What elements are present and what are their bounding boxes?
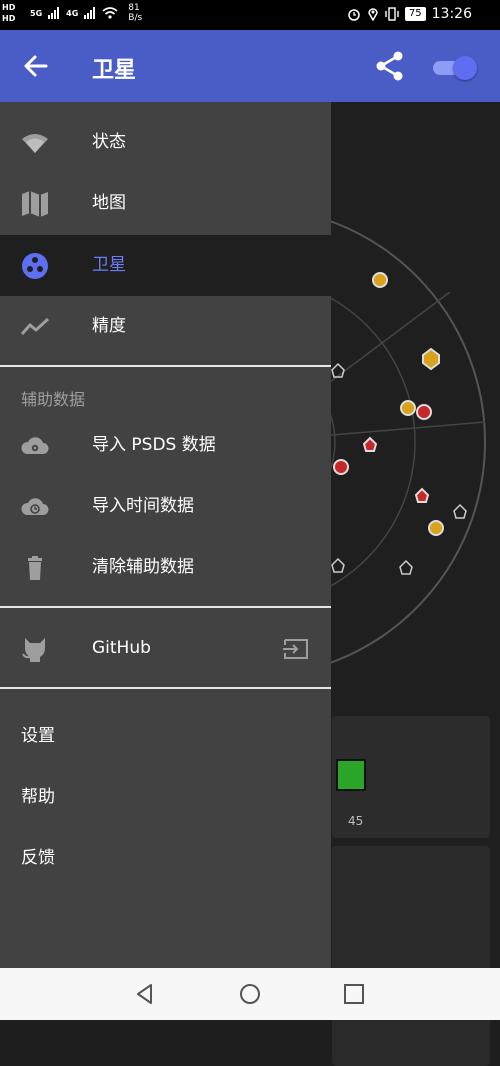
speed-value: 81 bbox=[128, 3, 140, 13]
navigation-drawer: 状态 地图 卫星 精度 辅助数据 导入 PSDS 数据 导入时间数据 清除辅助数… bbox=[0, 102, 331, 968]
signal-bar bbox=[336, 759, 366, 791]
tracking-toggle[interactable] bbox=[433, 56, 477, 80]
hd-bottom-label: HD bbox=[2, 14, 16, 23]
system-nav-bar bbox=[0, 968, 500, 1020]
location-icon bbox=[368, 8, 378, 21]
toggle-knob bbox=[453, 56, 477, 80]
signal-bars-icon bbox=[48, 7, 60, 19]
wifi-status-icon bbox=[102, 7, 118, 19]
home-nav-icon[interactable] bbox=[238, 982, 262, 1006]
drawer-item-label: 导入时间数据 bbox=[92, 496, 194, 516]
drawer-item-clear-assist[interactable]: 清除辅助数据 bbox=[0, 537, 331, 598]
trash-icon bbox=[28, 556, 42, 580]
cloud-clock-icon bbox=[21, 498, 49, 515]
drawer-item-import-psds[interactable]: 导入 PSDS 数据 bbox=[0, 415, 331, 476]
status-bar: HD HD 5G 4G 81 B/s 75 13:26 bbox=[0, 0, 500, 30]
clock: 13:26 bbox=[431, 6, 472, 22]
satellite-icon bbox=[22, 253, 48, 279]
drawer-item-satellite[interactable]: 卫星 bbox=[0, 235, 331, 296]
drawer-item-import-time[interactable]: 导入时间数据 bbox=[0, 476, 331, 537]
exit-icon bbox=[283, 639, 308, 659]
hd-indicator: HD HD bbox=[2, 2, 15, 24]
drawer-item-label: 地图 bbox=[92, 193, 126, 213]
drawer-item-feedback[interactable]: 反馈 bbox=[21, 843, 55, 868]
drawer-item-settings[interactable]: 设置 bbox=[21, 721, 55, 746]
drawer-item-label: 清除辅助数据 bbox=[92, 557, 194, 577]
page-title: 卫星 bbox=[92, 58, 137, 83]
drawer-item-label: 导入 PSDS 数据 bbox=[92, 435, 216, 455]
drawer-item-help[interactable]: 帮助 bbox=[21, 782, 55, 807]
wifi-icon bbox=[22, 134, 48, 153]
map-icon bbox=[22, 191, 48, 217]
back-nav-icon[interactable] bbox=[133, 982, 157, 1006]
signal-bars-icon bbox=[84, 7, 96, 19]
drawer-item-github[interactable]: GitHub bbox=[0, 618, 331, 679]
drawer-divider bbox=[0, 365, 331, 367]
alarm-icon bbox=[348, 9, 360, 21]
share-icon[interactable] bbox=[374, 50, 406, 82]
vibrate-icon bbox=[385, 7, 399, 21]
drawer-item-label: 卫星 bbox=[92, 255, 126, 275]
app-bar: 卫星 bbox=[0, 30, 500, 102]
section-title: 辅助数据 bbox=[21, 390, 86, 409]
tick-label: 45 bbox=[348, 814, 364, 828]
drawer-item-map[interactable]: 地图 bbox=[0, 173, 331, 234]
signal-5g-label: 5G bbox=[30, 8, 43, 18]
battery-level: 75 bbox=[404, 7, 426, 21]
arrow-left-icon[interactable] bbox=[22, 52, 50, 80]
hd-top-label: HD bbox=[2, 3, 16, 12]
trend-icon bbox=[20, 317, 50, 335]
signal-4g-label: 4G bbox=[66, 8, 79, 18]
drawer-item-label: 精度 bbox=[92, 316, 126, 336]
info-card bbox=[332, 846, 490, 1066]
drawer-item-label: 状态 bbox=[92, 132, 126, 152]
github-icon bbox=[22, 638, 46, 662]
drawer-item-label: GitHub bbox=[92, 638, 151, 658]
speed-unit: B/s bbox=[128, 13, 143, 23]
drawer-item-status[interactable]: 状态 bbox=[0, 112, 331, 173]
network-speed: 81 B/s bbox=[128, 3, 142, 23]
cloud-gear-icon bbox=[21, 437, 49, 454]
drawer-item-accuracy[interactable]: 精度 bbox=[0, 296, 331, 357]
drawer-divider bbox=[0, 687, 331, 689]
drawer-divider bbox=[0, 606, 331, 608]
recents-nav-icon[interactable] bbox=[342, 982, 366, 1006]
